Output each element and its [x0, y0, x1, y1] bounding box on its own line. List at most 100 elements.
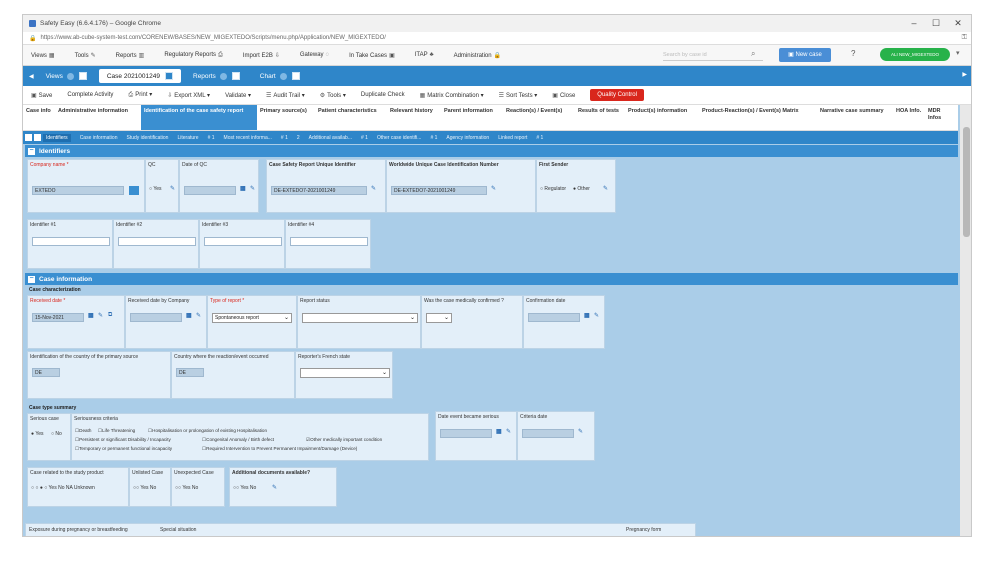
close-case-button[interactable]: ▣ Close	[552, 92, 575, 99]
qc-yes-radio[interactable]: ○ Yes	[149, 186, 162, 192]
country-primary-field[interactable]: DE	[32, 368, 60, 377]
menu-tools[interactable]: Tools ✎	[75, 52, 96, 59]
menu-regulatory-reports[interactable]: Regulatory Reports ⎙	[164, 52, 223, 59]
save-button[interactable]: ▣ Save	[31, 92, 52, 99]
tab-identification[interactable]: Identification of the case safety report	[141, 105, 257, 130]
edit-icon[interactable]: ✎	[603, 185, 608, 192]
criterion-disability[interactable]: ☐Persistent or significant Disability / …	[75, 437, 171, 443]
subtab-most-recent[interactable]: Most recent informa...	[224, 135, 272, 141]
subtab-other-case-id[interactable]: Other case identifi...	[377, 135, 421, 141]
tab-relevant-history[interactable]: Relevant history	[387, 105, 441, 130]
duplicate-check-button[interactable]: Duplicate Check	[361, 92, 405, 98]
date-qc-field[interactable]	[184, 186, 236, 195]
copy-icon[interactable]: ⧉	[108, 312, 112, 319]
export-xml-button[interactable]: ⇩ Export XML ▾	[167, 92, 210, 99]
scrollbar-thumb[interactable]	[963, 127, 970, 237]
tab-reactions[interactable]: Reaction(s) / Event(s)	[503, 105, 575, 130]
tools-button[interactable]: ⚙ Tools ▾	[320, 92, 346, 99]
tab-mdr-infos[interactable]: MDR Infos	[925, 105, 955, 130]
quality-control-button[interactable]: Quality Control	[590, 89, 644, 101]
menu-gateway[interactable]: Gateway ◌	[300, 52, 329, 58]
menu-import-e2b[interactable]: Import E2B ⇩	[243, 52, 280, 59]
tab-parent-information[interactable]: Parent information	[441, 105, 503, 130]
edit-icon[interactable]: ✎	[170, 185, 175, 192]
close-window-button[interactable]: ✕	[947, 18, 969, 29]
french-state-select[interactable]: ⌄	[300, 368, 390, 378]
subtab-literature[interactable]: Literature	[177, 135, 198, 141]
country-reaction-field[interactable]: DE	[176, 368, 204, 377]
calendar-icon[interactable]: ▦	[186, 312, 192, 319]
collapse-icon[interactable]: −	[28, 147, 35, 155]
criterion-death[interactable]: ☐Death	[75, 428, 91, 434]
menu-reports[interactable]: Reports ▥	[116, 52, 145, 59]
serious-no-radio[interactable]: ○ No	[51, 431, 62, 437]
tab-chart[interactable]: Chart	[252, 69, 308, 83]
received-date-field[interactable]: 15-Nov-2021	[32, 313, 84, 322]
medically-confirmed-select[interactable]: ⌄	[426, 313, 452, 323]
case-search-input[interactable]: Search by case id	[663, 49, 763, 61]
matrix-combination-button[interactable]: ▦ Matrix Combination ▾	[420, 92, 484, 99]
user-badge[interactable]: ALI NEW_MIGEXTEDO	[880, 48, 950, 61]
tab-reports[interactable]: Reports	[185, 69, 248, 83]
identifier-1-field[interactable]	[32, 237, 110, 246]
tab-hoa-info[interactable]: HOA Info.	[893, 105, 925, 130]
edit-icon[interactable]: ✎	[371, 185, 376, 192]
menu-intake-cases[interactable]: In Take Cases ▣	[349, 52, 395, 59]
edit-icon[interactable]: ✎	[594, 312, 599, 319]
criterion-functional-incapacity[interactable]: ☐Temporary or permanent functional incap…	[75, 446, 172, 452]
tab-case[interactable]: Case 2021001249	[98, 69, 181, 83]
study-related-radios[interactable]: ○ ○ ● ○ Yes No NA Unknown	[31, 485, 95, 491]
menu-views[interactable]: Views ▦	[31, 52, 55, 59]
expand-all-icon[interactable]	[25, 134, 32, 141]
calendar-icon[interactable]: ▦	[240, 185, 246, 192]
confirmation-date-field[interactable]	[528, 313, 580, 322]
unexpected-radios[interactable]: ○○ Yes No	[175, 485, 198, 491]
edit-icon[interactable]: ✎	[196, 312, 201, 319]
tab-scroll-left-icon[interactable]: ◀	[29, 73, 34, 80]
print-button[interactable]: ⎙ Print ▾	[128, 91, 152, 99]
serious-date-field[interactable]	[440, 429, 492, 438]
pregnancy-form-label[interactable]: Pregnancy form	[626, 527, 661, 533]
sender-regulator-radio[interactable]: ○ Regulator	[540, 186, 566, 192]
criterion-hospitalisation[interactable]: ☐Hospitalisation or prolongation of exis…	[148, 428, 267, 434]
search-icon[interactable]: ⌕	[751, 49, 755, 59]
calendar-icon[interactable]: ▦	[88, 312, 94, 319]
identifier-3-field[interactable]	[204, 237, 282, 246]
new-case-button[interactable]: ▣ New case	[779, 48, 831, 62]
edit-icon[interactable]: ✎	[578, 428, 583, 435]
identifier-2-field[interactable]	[118, 237, 196, 246]
calendar-icon[interactable]: ▦	[496, 428, 502, 435]
validate-button[interactable]: Validate ▾	[225, 92, 251, 99]
criteria-date-field[interactable]	[522, 429, 574, 438]
unlisted-radios[interactable]: ○○ Yes No	[133, 485, 156, 491]
subtab-most-recent-count2[interactable]: 2	[297, 135, 300, 141]
criterion-life-threatening[interactable]: ☐Life Threatening	[98, 428, 135, 434]
report-status-select[interactable]: ⌄	[302, 313, 418, 323]
collapse-all-icon[interactable]	[34, 134, 41, 141]
tab-results-of-tests[interactable]: Results of tests	[575, 105, 625, 130]
report-type-select[interactable]: Spontaneous report ⌄	[212, 313, 292, 323]
subtab-linked-report-count[interactable]: # 1	[536, 135, 543, 141]
subtab-most-recent-count[interactable]: # 1	[281, 135, 288, 141]
edit-icon[interactable]: ✎	[272, 484, 277, 491]
identifier-4-field[interactable]	[290, 237, 368, 246]
tab-product-reaction-matrix[interactable]: Product-Reaction(s) / Event(s) Matrix	[699, 105, 817, 130]
identifiers-header[interactable]: − Identifiers	[25, 145, 958, 157]
edit-icon[interactable]: ✎	[250, 185, 255, 192]
sender-other-radio[interactable]: ● Other	[573, 186, 590, 192]
audit-trail-button[interactable]: ☰ Audit Trail ▾	[266, 92, 305, 99]
sort-tests-button[interactable]: ☰ Sort Tests ▾	[499, 92, 538, 99]
subtab-additional-count[interactable]: # 1	[361, 135, 368, 141]
tab-views[interactable]: Views	[38, 69, 95, 83]
received-company-field[interactable]	[130, 313, 182, 322]
subtab-other-case-id-count[interactable]: # 1	[430, 135, 437, 141]
minimize-button[interactable]: –	[903, 18, 925, 29]
subtab-literature-count[interactable]: # 1	[208, 135, 215, 141]
complete-activity-button[interactable]: Complete Activity	[67, 92, 113, 98]
edit-icon[interactable]: ✎	[491, 185, 496, 192]
worldwide-id-field[interactable]: DE-EXTEDO7-2021001249	[391, 186, 487, 195]
additional-docs-radios[interactable]: ○○ Yes No	[233, 485, 256, 491]
subtab-study-identification[interactable]: Study identification	[126, 135, 168, 141]
criterion-other-medical[interactable]: ☑Other medically important condition	[306, 437, 382, 443]
subtab-agency[interactable]: Agency information	[446, 135, 489, 141]
